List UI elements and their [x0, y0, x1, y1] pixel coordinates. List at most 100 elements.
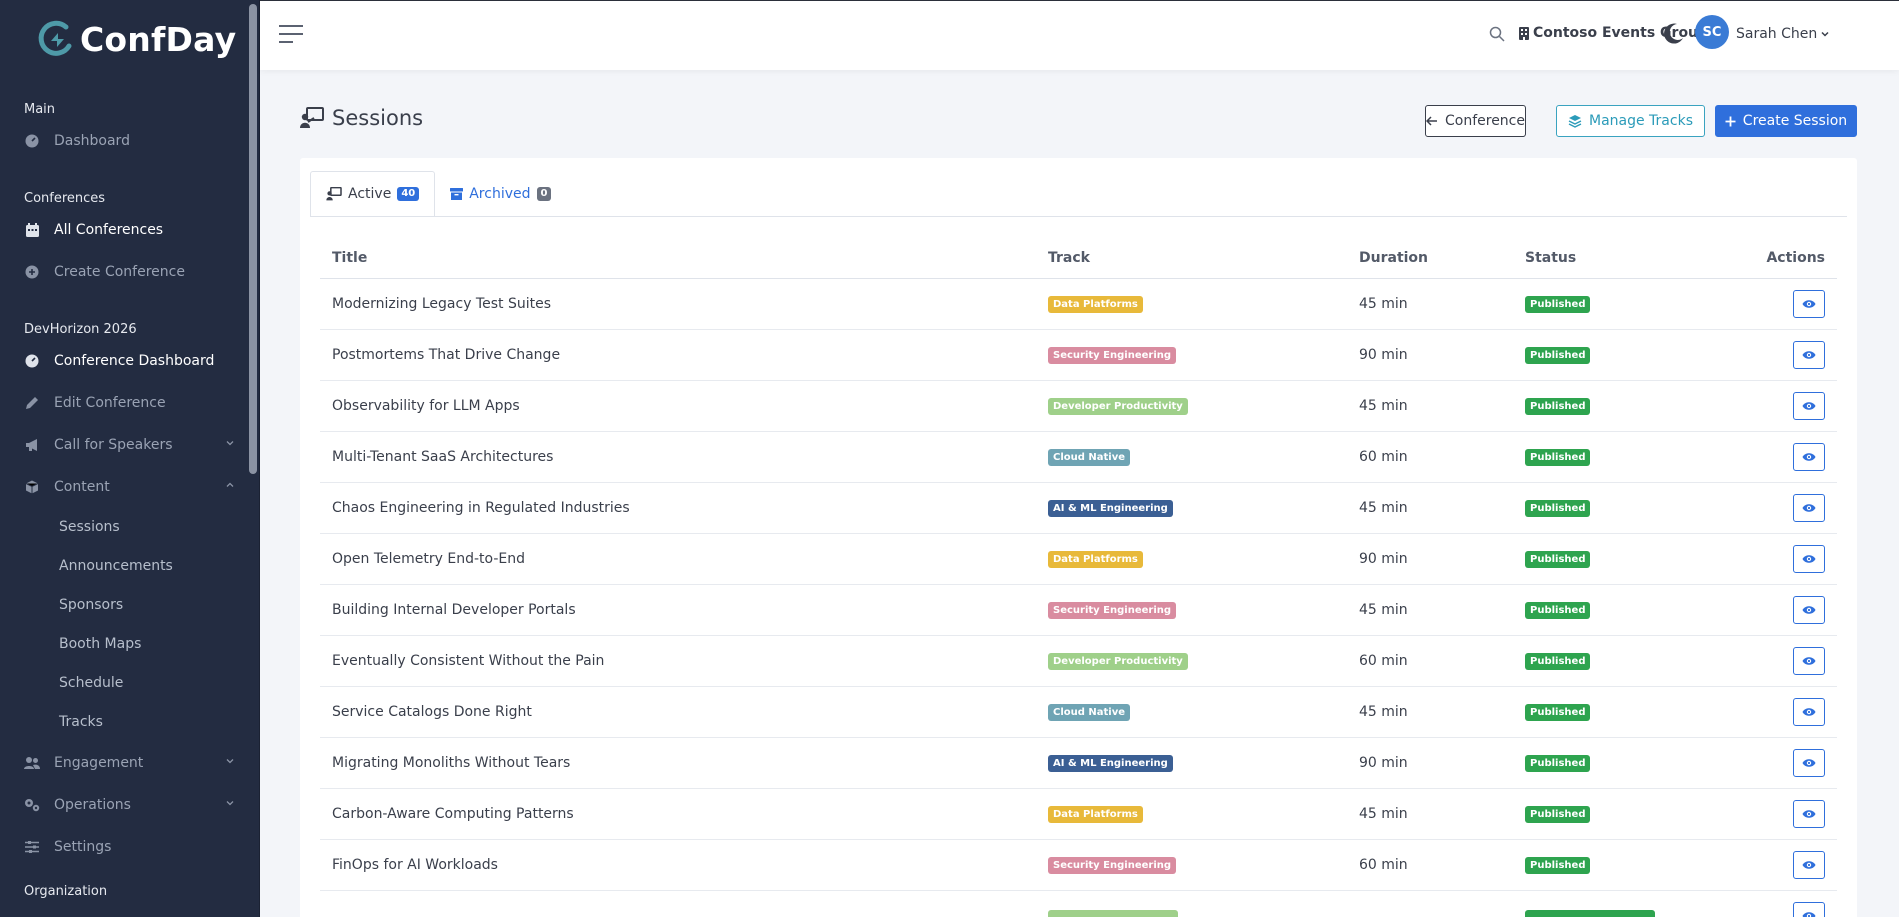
sidebar-subitem-schedule[interactable]: Schedule [0, 664, 259, 703]
view-session-button[interactable] [1793, 340, 1825, 369]
sidebar-subitem-announcements[interactable]: Announcements [0, 547, 259, 586]
session-title[interactable]: Building Internal Developer Portals [320, 584, 1036, 636]
duration-cell: 60 min [1347, 431, 1513, 483]
building-icon [1519, 26, 1529, 40]
table-row[interactable]: Observability for LLM Apps Developer Prod… [320, 380, 1837, 432]
sidebar-item-edit-conference[interactable]: Edit Conference [0, 382, 259, 424]
megaphone-icon [24, 437, 40, 453]
sidebar-item-label: Dashboard [54, 133, 130, 149]
sidebar-subitem-booth-maps[interactable]: Booth Maps [0, 625, 259, 664]
session-title[interactable] [320, 890, 1036, 917]
session-title[interactable]: Service Catalogs Done Right [320, 686, 1036, 738]
view-session-button[interactable] [1793, 850, 1825, 879]
session-title[interactable]: FinOps for AI Workloads [320, 839, 1036, 891]
sidebar-item-all-conferences[interactable]: All Conferences [0, 209, 259, 251]
actions-cell [1713, 278, 1837, 330]
duration-cell: 45 min [1347, 686, 1513, 738]
sidebar-subitem-tracks[interactable]: Tracks [0, 703, 259, 742]
sidebar-item-engagement[interactable]: Engagement [0, 742, 259, 784]
duration-cell: 45 min [1347, 788, 1513, 840]
duration-cell: 45 min [1347, 380, 1513, 432]
session-title[interactable]: Modernizing Legacy Test Suites [320, 278, 1036, 330]
session-title[interactable]: Postmortems That Drive Change [320, 329, 1036, 381]
view-session-button[interactable] [1793, 289, 1825, 318]
eye-icon [1802, 758, 1816, 767]
table-row[interactable]: Migrating Monoliths Without Tears AI & ML… [320, 737, 1837, 789]
sidebar-item-conference-dashboard[interactable]: Conference Dashboard [0, 340, 259, 382]
table-row[interactable]: Modernizing Legacy Test Suites Data Platf… [320, 278, 1837, 330]
sidebar-item-operations[interactable]: Operations [0, 784, 259, 826]
status-cell: Published [1513, 482, 1713, 534]
gauge-icon [24, 133, 40, 149]
column-header-track[interactable]: Track [1036, 238, 1347, 279]
sidebar-item-content[interactable]: Content [0, 466, 259, 508]
session-title[interactable]: Open Telemetry End-to-End [320, 533, 1036, 585]
sessions-card: Active 40 Archived 0 Title Track Duratio… [300, 158, 1857, 917]
view-session-button[interactable] [1793, 442, 1825, 471]
sidebar-item-label: Engagement [54, 755, 144, 771]
sidebar-item-call-for-speakers[interactable]: Call for Speakers [0, 424, 259, 466]
session-title[interactable]: Eventually Consistent Without the Pain [320, 635, 1036, 687]
status-badge: Published [1525, 754, 1591, 772]
tab-archived[interactable]: Archived 0 [435, 171, 566, 217]
view-session-button[interactable] [1793, 901, 1825, 917]
table-row[interactable]: Multi-Tenant SaaS Architectures Cloud Nat… [320, 431, 1837, 483]
sidebar-item-label: Edit Conference [54, 395, 166, 411]
sidebar-item-create-conference[interactable]: Create Conference [0, 251, 259, 293]
session-title[interactable]: Migrating Monoliths Without Tears [320, 737, 1036, 789]
actions-cell [1713, 431, 1837, 483]
track-badge: Cloud Native [1048, 703, 1131, 721]
table-row[interactable]: Chaos Engineering in Regulated Industrie… [320, 482, 1837, 534]
column-header-status[interactable]: Status [1513, 238, 1713, 279]
sidebar-subitem-sponsors[interactable]: Sponsors [0, 586, 259, 625]
column-header-title[interactable]: Title [320, 238, 1036, 279]
session-title[interactable]: Carbon-Aware Computing Patterns [320, 788, 1036, 840]
column-header-duration[interactable]: Duration [1347, 238, 1513, 279]
table-row[interactable]: Postmortems That Drive Change Security En… [320, 329, 1837, 381]
view-session-button[interactable] [1793, 544, 1825, 573]
manage-tracks-button[interactable]: Manage Tracks [1556, 105, 1705, 137]
pencil-icon [24, 395, 40, 411]
view-session-button[interactable] [1793, 697, 1825, 726]
sidebar-subitem-sessions[interactable]: Sessions [0, 508, 259, 547]
view-session-button[interactable] [1793, 799, 1825, 828]
view-session-button[interactable] [1793, 595, 1825, 624]
table-row[interactable]: Service Catalogs Done Right Cloud Native 4… [320, 686, 1837, 738]
session-title[interactable]: Observability for LLM Apps [320, 380, 1036, 432]
dark-mode-toggle-icon[interactable] [1660, 21, 1686, 47]
table-row[interactable]: Open Telemetry End-to-End Data Platforms 9… [320, 533, 1837, 585]
tab-active[interactable]: Active 40 [310, 171, 436, 217]
duration-cell [1347, 890, 1513, 917]
view-session-button[interactable] [1793, 493, 1825, 522]
presentation-icon [300, 107, 324, 128]
session-title[interactable]: Chaos Engineering in Regulated Industrie… [320, 482, 1036, 534]
view-session-button[interactable] [1793, 646, 1825, 675]
button-label: Conference [1444, 113, 1525, 129]
table-row[interactable]: Eventually Consistent Without the Pain De… [320, 635, 1837, 687]
avatar[interactable]: SC [1695, 15, 1729, 49]
actions-cell [1713, 890, 1837, 917]
track-cell: Security Engineering [1036, 839, 1347, 891]
view-session-button[interactable] [1793, 391, 1825, 420]
view-session-button[interactable] [1793, 748, 1825, 777]
sidebar-item-settings[interactable]: Settings [0, 826, 259, 868]
status-cell: Published [1513, 431, 1713, 483]
actions-cell [1713, 329, 1837, 381]
table-row[interactable] [320, 890, 1837, 917]
search-icon[interactable] [1489, 26, 1505, 42]
table-row[interactable]: FinOps for AI Workloads Security Engineer… [320, 839, 1837, 891]
sidebar-item-dashboard[interactable]: Dashboard [0, 120, 259, 162]
track-cell: Security Engineering [1036, 329, 1347, 381]
user-menu[interactable]: Sarah Chen [1736, 26, 1830, 42]
brand-logo[interactable]: ConfDay [0, 0, 259, 78]
session-title[interactable]: Multi-Tenant SaaS Architectures [320, 431, 1036, 483]
presentation-icon [326, 187, 342, 201]
create-session-button[interactable]: Create Session [1715, 105, 1857, 137]
table-row[interactable]: Carbon-Aware Computing Patterns Data Plat… [320, 788, 1837, 840]
duration-cell: 90 min [1347, 329, 1513, 381]
top-bar: Contoso Events Group SC Sarah Chen [260, 0, 1899, 70]
hamburger-menu-icon[interactable] [279, 25, 303, 45]
status-cell: Published [1513, 788, 1713, 840]
table-row[interactable]: Building Internal Developer Portals Secur… [320, 584, 1837, 636]
back-to-conference-button[interactable]: Conference [1425, 105, 1526, 137]
